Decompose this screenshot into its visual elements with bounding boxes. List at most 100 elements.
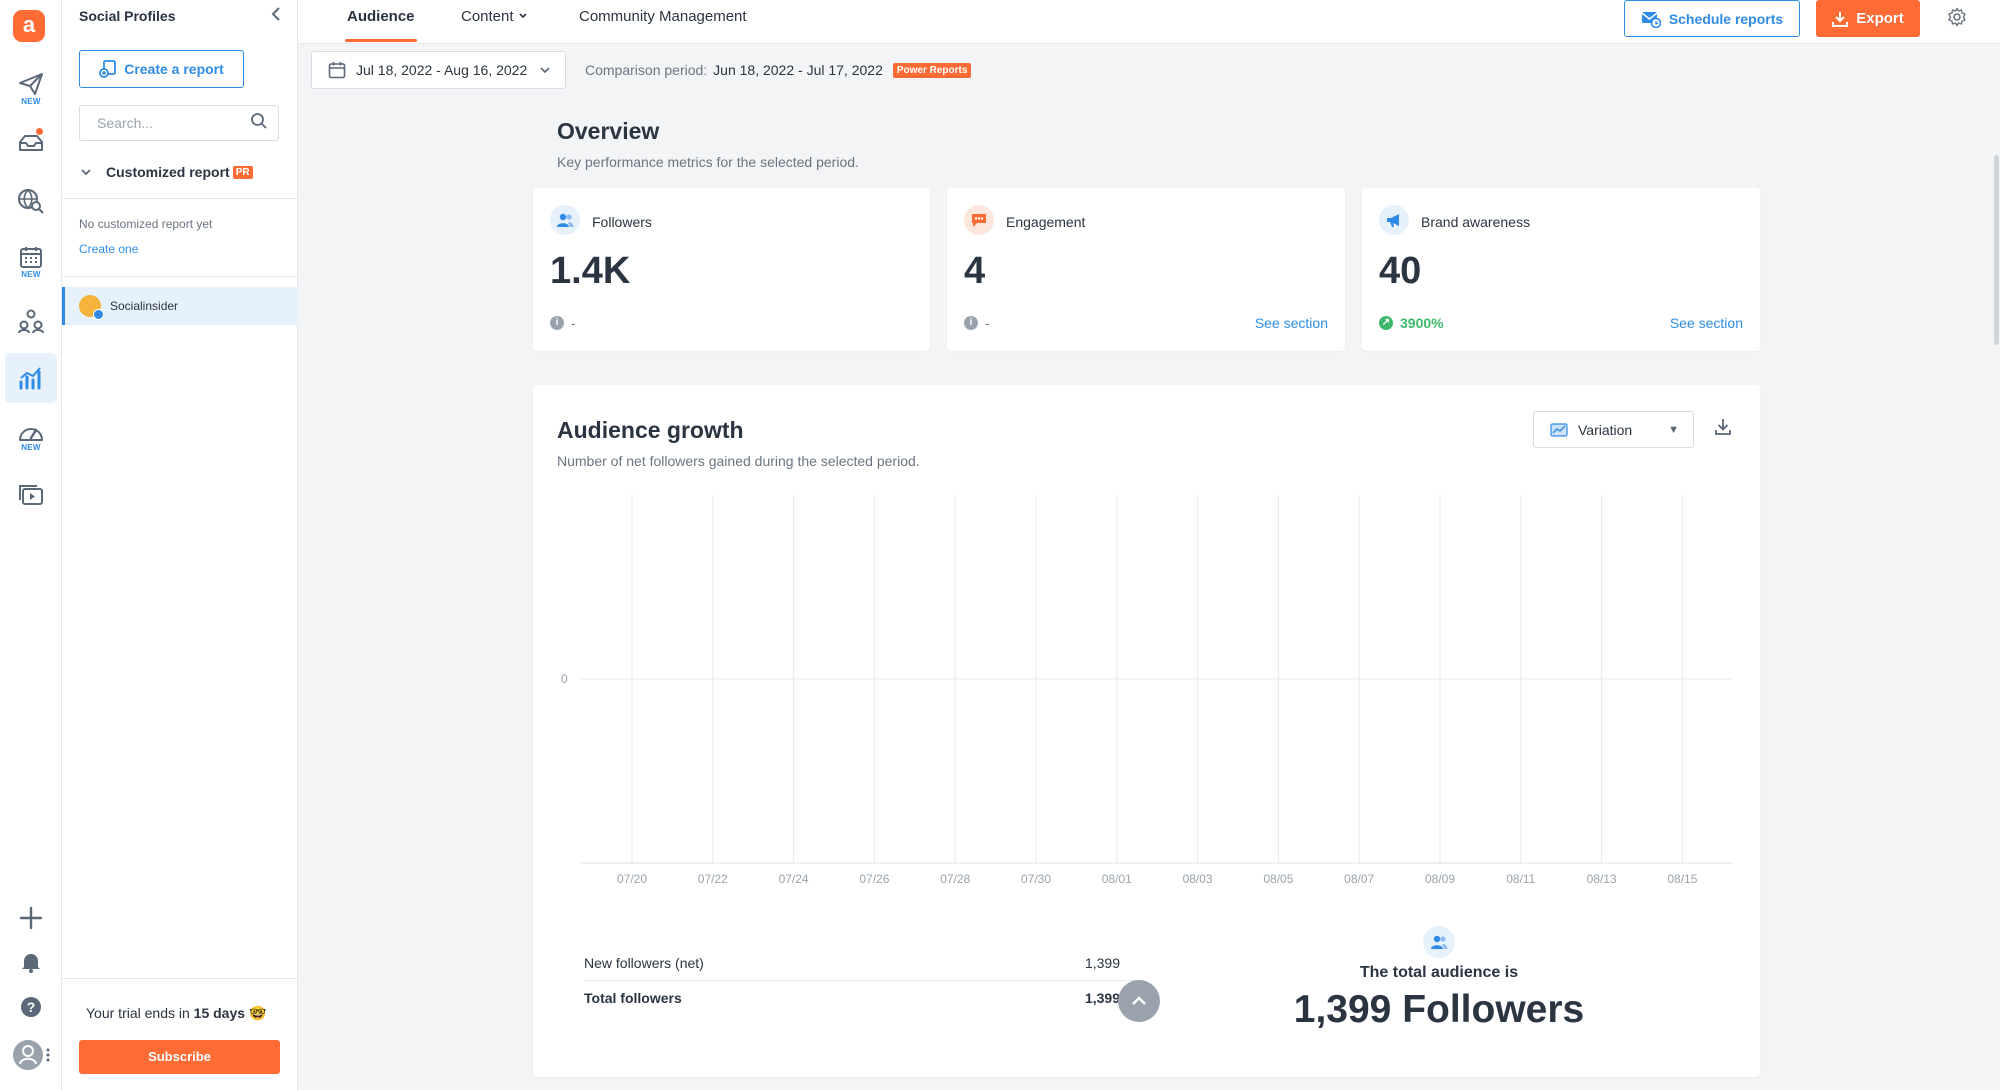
new-followers-value: 1,399 <box>1084 955 1120 971</box>
profile-avatar <box>79 295 104 320</box>
trend-up-icon: ↗ <box>1379 316 1393 330</box>
benchmarks-icon[interactable]: NEW <box>5 412 57 462</box>
create-report-label: Create a report <box>124 61 224 77</box>
power-reports-badge[interactable]: Power Reports <box>892 62 972 78</box>
tab-content[interactable]: Content <box>461 0 528 44</box>
new-followers-label: New followers (net) <box>584 955 704 971</box>
x-tick-label: 08/09 <box>1425 872 1455 886</box>
sidebar-title: Social Profiles <box>79 8 176 24</box>
tab-community-management[interactable]: Community Management <box>579 0 747 44</box>
kpi-change-value: - <box>571 315 576 331</box>
kpi-change: i - <box>964 315 990 331</box>
total-audience-text: The total audience is <box>1359 964 1519 981</box>
notification-dot <box>36 128 43 135</box>
engagement-icon <box>964 205 994 235</box>
customized-report-label: Customized report <box>106 164 230 180</box>
total-followers-value: 1,399 <box>1084 990 1120 1006</box>
customized-report-toggle[interactable]: Customized report PR <box>79 164 253 180</box>
svg-text:?: ? <box>27 999 36 1015</box>
x-tick-label: 08/13 <box>1587 872 1617 886</box>
user-avatar[interactable] <box>5 1030 57 1080</box>
kpi-change: i - <box>550 315 576 331</box>
new-badge: NEW <box>21 97 41 106</box>
kpi-label: Brand awareness <box>1421 214 1530 230</box>
followers-card: Followers 1.4K i - <box>533 188 930 351</box>
date-range-picker[interactable]: Jul 18, 2022 - Aug 16, 2022 <box>311 51 566 89</box>
schedule-mail-icon <box>1641 11 1661 28</box>
x-tick-label: 08/03 <box>1183 872 1213 886</box>
x-tick-label: 07/28 <box>940 872 970 886</box>
help-icon[interactable]: ? <box>5 982 57 1032</box>
kpi-change: ↗ 3900% <box>1379 315 1444 331</box>
create-report-button[interactable]: Create a report <box>79 50 244 88</box>
divider <box>62 276 298 277</box>
chevron-up-icon <box>1132 996 1146 1005</box>
export-label: Export <box>1856 10 1904 27</box>
kpi-change-value: 3900% <box>1400 315 1444 331</box>
kpi-value: 4 <box>964 250 986 292</box>
x-tick-label: 07/20 <box>617 872 647 886</box>
profile-search-input[interactable]: Search... <box>79 105 279 141</box>
page-scrollbar[interactable] <box>1994 155 1999 345</box>
total-followers-label: Total followers <box>584 990 682 1006</box>
see-section-link[interactable]: See section <box>1670 315 1743 331</box>
collapse-sidebar-icon[interactable] <box>266 4 286 29</box>
search-placeholder: Search... <box>97 115 154 131</box>
overview-title: Overview <box>557 118 660 144</box>
scroll-to-top-button[interactable] <box>1118 980 1160 1022</box>
gear-icon[interactable] <box>1947 7 1967 32</box>
info-icon[interactable]: i <box>964 316 978 330</box>
create-one-link[interactable]: Create one <box>79 242 138 256</box>
comparison-period: Comparison period: Jun 18, 2022 - Jul 17… <box>585 62 972 78</box>
profile-item-socialinsider[interactable]: Socialinsider <box>62 287 298 325</box>
divider <box>62 198 298 199</box>
chevron-down-icon <box>540 67 550 74</box>
team-icon[interactable] <box>5 296 57 346</box>
analytics-icon[interactable] <box>5 353 57 403</box>
schedule-reports-button[interactable]: Schedule reports <box>1624 0 1800 37</box>
x-tick-label: 08/11 <box>1506 872 1535 886</box>
summary-divider <box>584 980 1134 981</box>
followers-icon <box>550 205 580 235</box>
new-badge: NEW <box>21 443 41 452</box>
brand-awareness-card: Brand awareness 40 ↗ 3900% See section <box>1362 188 1760 351</box>
schedule-reports-label: Schedule reports <box>1668 10 1784 27</box>
kpi-value: 1.4K <box>550 250 631 292</box>
audience-growth-chart: 07/20 07/22 07/24 07/26 07/28 07/30 08/01 08/03… <box>561 495 1733 886</box>
calendar-icon[interactable]: NEW <box>5 237 57 287</box>
download-icon <box>1832 11 1849 27</box>
no-report-text: No customized report yet <box>79 217 213 231</box>
twitter-icon <box>93 309 104 320</box>
total-audience-value: 1,399 Followers <box>1293 988 1585 1031</box>
x-tick-label: 08/01 <box>1102 872 1132 886</box>
export-button[interactable]: Export <box>1816 0 1920 37</box>
y-tick-label: 0 <box>561 672 568 686</box>
trial-prefix: Your trial ends in <box>86 1005 190 1021</box>
media-library-icon[interactable] <box>5 470 57 520</box>
publish-icon[interactable]: NEW <box>5 64 57 114</box>
trial-days: 15 days <box>193 1005 246 1021</box>
search-icon <box>250 108 268 142</box>
see-section-link[interactable]: See section <box>1255 315 1328 331</box>
calendar-icon <box>328 62 346 79</box>
x-tick-label: 07/26 <box>859 872 889 886</box>
x-tick-label: 08/07 <box>1344 872 1374 886</box>
tab-audience[interactable]: Audience <box>345 0 417 44</box>
add-icon[interactable] <box>5 893 57 943</box>
trial-emoji: 🤓 <box>248 1005 267 1021</box>
comparison-value: Jun 18, 2022 - Jul 17, 2022 <box>713 62 883 78</box>
kpi-label: Followers <box>592 214 652 230</box>
subscribe-button[interactable]: Subscribe <box>79 1040 280 1074</box>
inbox-icon[interactable] <box>5 118 57 168</box>
listening-icon[interactable] <box>5 176 57 226</box>
divider <box>62 978 298 979</box>
audience-icon <box>1423 926 1455 958</box>
overview-subtitle: Key performance metrics for the selected… <box>557 154 859 170</box>
chevron-down-icon <box>519 13 527 19</box>
info-icon[interactable]: i <box>550 316 564 330</box>
x-tick-label: 07/30 <box>1021 872 1051 886</box>
app-logo-icon[interactable]: a <box>13 10 45 42</box>
x-tick-label: 07/24 <box>779 872 809 886</box>
bell-icon[interactable] <box>5 937 57 987</box>
pr-badge: PR <box>232 165 253 179</box>
